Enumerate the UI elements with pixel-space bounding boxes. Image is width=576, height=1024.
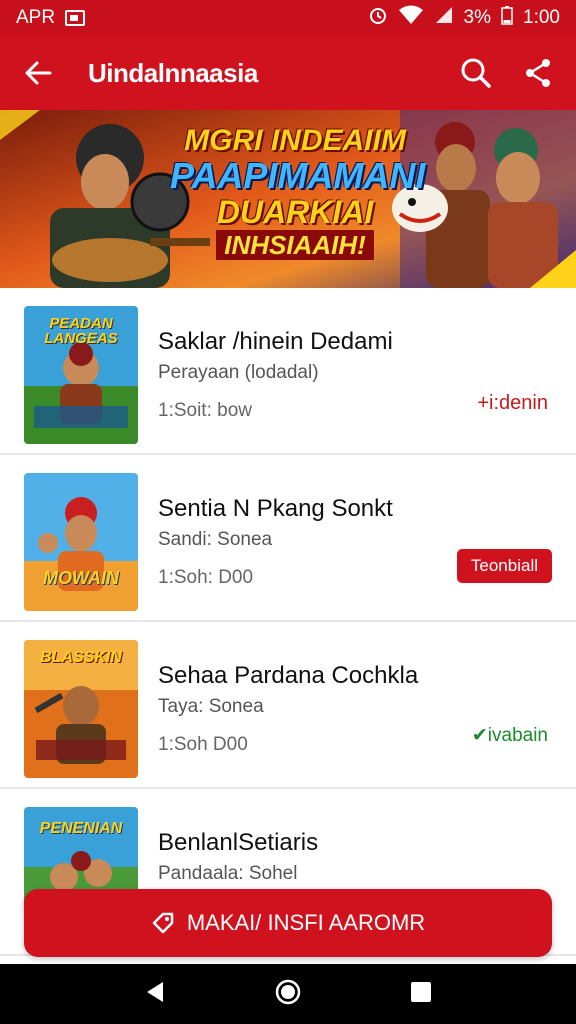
nav-home-button[interactable] — [274, 978, 302, 1011]
banner-line-3: DUARKIAI — [216, 194, 374, 230]
game-meta: 1:Soit: bow — [158, 400, 252, 421]
triangle-back-icon — [147, 981, 164, 1002]
game-title: Sentia N Pkang Sonkt — [158, 495, 393, 522]
banner-line-2: PAAPIMAMANI — [170, 155, 426, 196]
signal-icon — [434, 5, 454, 31]
game-meta: 1:Soh D00 — [158, 734, 248, 755]
list-item[interactable]: MOWAIN Sentia N Pkang Sonkt Sandi: Sonea… — [0, 455, 576, 622]
game-title: Saklar /hinein Dedami — [158, 328, 393, 355]
search-button[interactable] — [456, 53, 496, 93]
share-icon — [526, 59, 550, 87]
list-item[interactable]: BLASSKIN Sehaa Pardana Cochkla Taya: Son… — [0, 622, 576, 789]
game-subtitle: Sandi: Sonea — [158, 529, 273, 550]
game-title: Sehaa Pardana Cochkla — [158, 662, 419, 689]
back-button[interactable] — [18, 53, 58, 93]
share-button[interactable] — [518, 53, 558, 93]
banner-line-4: INHSIAAIH! — [216, 230, 374, 260]
thumbnail-caption: BLASSKIN — [40, 649, 122, 666]
game-thumbnail: BLASSKIN — [24, 640, 138, 778]
app-screen: APR 3% 1:00 Uindalnnaasia MGRI INDEAIIM … — [0, 0, 576, 1024]
status-label[interactable]: ✔ivabain — [472, 724, 548, 747]
search-icon — [461, 58, 491, 88]
carrier-label: APR — [16, 7, 56, 28]
nav-back-button[interactable] — [143, 980, 167, 1009]
game-subtitle: Taya: Sonea — [158, 696, 264, 717]
wifi-icon — [398, 5, 424, 31]
game-meta: 1:Soh: D00 — [158, 567, 254, 588]
app-bar: Uindalnnaasia — [0, 36, 576, 110]
primary-action-button[interactable]: MAKAI/ INSFI AAROMR — [24, 889, 552, 957]
tag-icon — [152, 912, 174, 934]
primary-action-label: MAKAI/ INSFI AAROMR — [186, 910, 426, 935]
game-thumbnail: MOWAIN — [24, 473, 138, 611]
battery-label: 3% — [463, 7, 492, 28]
status-bar: APR 3% 1:00 — [0, 0, 576, 36]
status-label[interactable]: +i:denin — [477, 392, 548, 415]
nav-recents-button[interactable] — [409, 980, 433, 1009]
game-subtitle: Perayaan (lodadal) — [158, 362, 319, 383]
page-title: Uindalnnaasia — [88, 57, 258, 88]
battery-icon — [501, 5, 513, 31]
banner-line-1: MGRI INDEAIIM — [184, 124, 406, 157]
game-subtitle: Pandaala: Sohel — [158, 863, 298, 884]
home-circle-icon — [275, 979, 301, 1004]
thumbnail-caption: PEADAN LANGEAS — [44, 315, 118, 347]
alarm-icon — [368, 5, 388, 31]
game-thumbnail: PEADAN LANGEAS — [24, 306, 138, 444]
system-nav-bar — [0, 964, 576, 1024]
arrow-left-icon — [25, 61, 52, 85]
thumbnail-caption: PENENIAN — [39, 820, 123, 837]
status-button[interactable]: Teonbiall — [456, 549, 552, 583]
promo-banner[interactable]: MGRI INDEAIIM PAAPIMAMANI DUARKIAI INHSI… — [0, 110, 576, 288]
notification-icon — [65, 10, 86, 26]
clock-label: 1:00 — [523, 7, 560, 28]
square-recents-icon — [410, 981, 431, 1002]
banner-headline: MGRI INDEAIIM PAAPIMAMANI DUARKIAI INHSI… — [170, 124, 426, 260]
game-title: BenlanlSetiaris — [158, 829, 319, 856]
thumbnail-caption: MOWAIN — [43, 568, 119, 588]
list-item[interactable]: PEADAN LANGEAS Saklar /hinein Dedami Per… — [0, 288, 576, 455]
game-list: PEADAN LANGEAS Saklar /hinein Dedami Per… — [0, 288, 576, 956]
